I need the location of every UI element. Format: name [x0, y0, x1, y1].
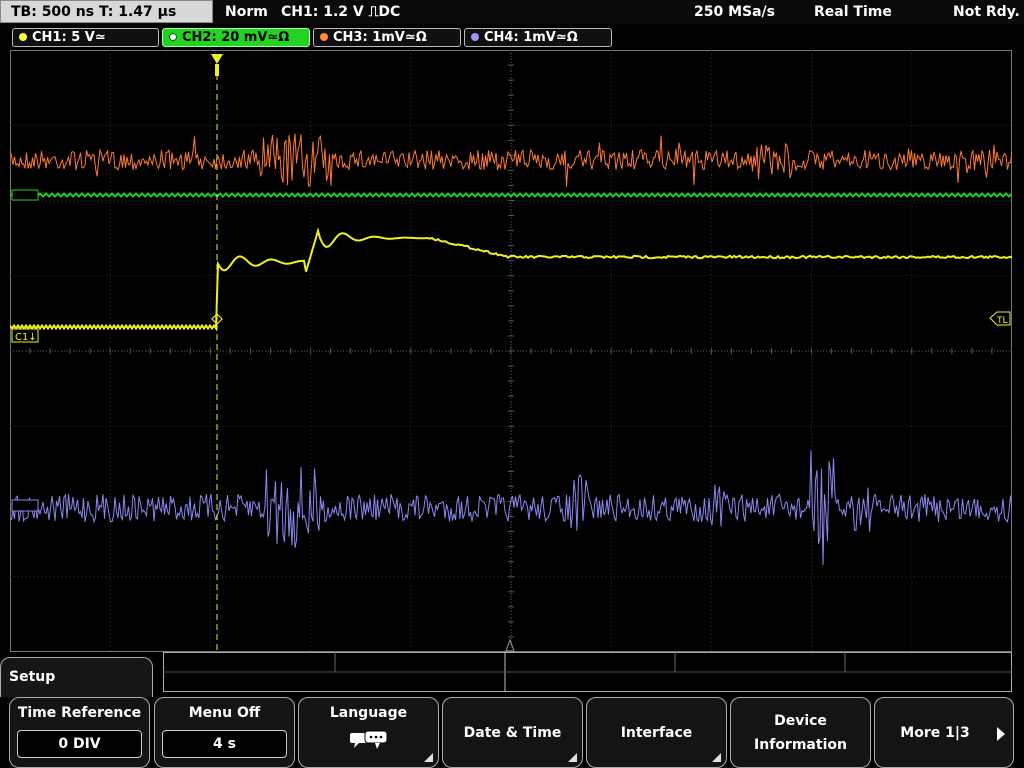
date-time-button[interactable]: Date & Time — [442, 697, 583, 768]
ch3-color-dot — [320, 33, 328, 41]
submenu-indicator-icon — [568, 753, 577, 762]
measurement-bar — [163, 652, 1012, 692]
tab-ch3[interactable]: CH3: 1mV≃Ω — [313, 28, 461, 47]
device-information-button[interactable]: Device Information — [730, 697, 871, 768]
device-information-line2: Information — [754, 736, 847, 753]
language-button[interactable]: Language — [298, 697, 439, 768]
date-time-label: Date & Time — [463, 724, 562, 741]
time-reference-button[interactable]: Time Reference 0 DIV — [9, 697, 150, 768]
tab-ch1[interactable]: CH1: 5 V≃ — [12, 28, 159, 47]
tab-ch2[interactable]: CH2: 20 mV≃Ω — [162, 28, 310, 47]
acquisition-state: Not Rdy. — [953, 4, 1020, 20]
acquisition-mode: Real Time — [814, 4, 892, 20]
submenu-indicator-icon — [712, 753, 721, 762]
menu-off-label: Menu Off — [188, 705, 261, 721]
speech-bubble-icon — [350, 730, 388, 749]
device-information-line1: Device — [774, 712, 827, 729]
menu-off-value: 4 s — [162, 730, 287, 758]
time-reference-value: 0 DIV — [17, 730, 142, 758]
ch1-ground-marker[interactable]: C1↓ — [11, 328, 39, 343]
time-reference-label: Time Reference — [17, 705, 142, 721]
interface-button[interactable]: Interface — [586, 697, 727, 768]
timebase-readout[interactable]: TB: 500 ns T: 1.47 µs — [0, 0, 213, 23]
more-button[interactable]: More 1|3 — [874, 697, 1014, 768]
trigger-level-label: TL — [996, 316, 1008, 326]
ch1-color-dot — [19, 33, 27, 41]
ch2-ground-marker[interactable] — [11, 189, 39, 201]
menu-off-button[interactable]: Menu Off 4 s — [154, 697, 295, 768]
ch4-color-dot — [471, 33, 479, 41]
tab-ch4-label: CH4: 1mV≃Ω — [484, 30, 578, 45]
more-label: More 1|3 — [900, 724, 970, 741]
tab-ch3-label: CH3: 1mV≃Ω — [333, 30, 427, 45]
waveform-display[interactable]: C1↓ TL — [10, 50, 1012, 652]
ch1-ref-label: C1↓ — [15, 332, 37, 343]
next-page-icon — [997, 727, 1005, 741]
ch4-ground-marker[interactable] — [11, 499, 39, 512]
ch2-color-dot — [169, 33, 177, 41]
tab-ch4[interactable]: CH4: 1mV≃Ω — [464, 28, 612, 47]
trigger-source: CH1: 1.2 V ⎍DC — [281, 4, 401, 20]
submenu-indicator-icon — [424, 753, 433, 762]
menu-title: Setup — [0, 657, 153, 697]
language-label: Language — [329, 705, 408, 721]
sample-rate: 250 MSa/s — [694, 4, 776, 20]
trigger-mode: Norm — [225, 4, 268, 20]
trigger-marker-stem — [215, 64, 219, 76]
tab-ch1-label: CH1: 5 V≃ — [32, 30, 106, 45]
tab-ch2-label: CH2: 20 mV≃Ω — [182, 30, 290, 45]
interface-label: Interface — [620, 724, 693, 741]
